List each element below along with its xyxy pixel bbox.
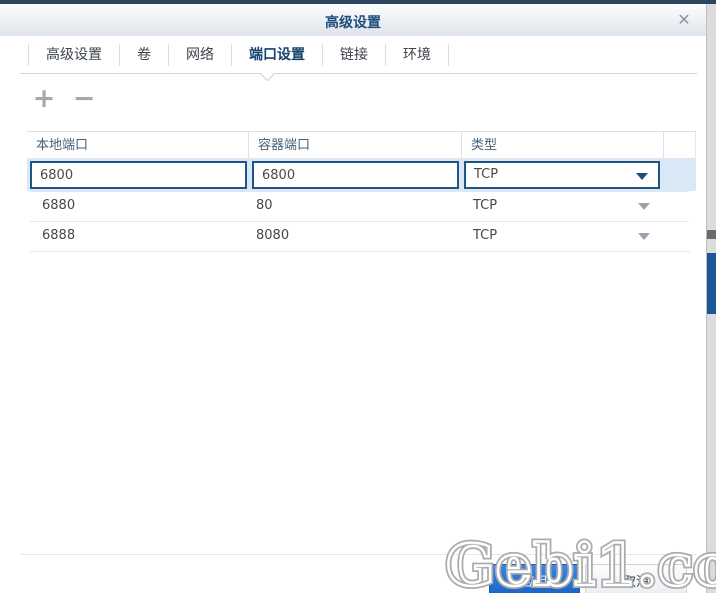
container-port-input[interactable] (252, 161, 459, 189)
advanced-settings-dialog: 高级设置 ✕ 高级设置 卷 网络 端口设置 链接 环境 + − 本地端口 容器端… (0, 4, 707, 593)
tab-network[interactable]: 网络 (168, 43, 231, 66)
column-header-type: 类型 (462, 132, 664, 158)
remove-port-button[interactable]: − (71, 85, 97, 112)
row-divider (30, 221, 689, 222)
chevron-down-icon[interactable] (638, 233, 650, 240)
table-row[interactable]: 6880 80 TCP (27, 191, 696, 221)
port-table-header: 本地端口 容器端口 类型 (27, 131, 696, 159)
tab-links[interactable]: 链接 (322, 43, 385, 66)
dialog-header: 高级设置 ✕ (0, 4, 706, 36)
tab-bar: 高级设置 卷 网络 端口设置 链接 环境 (28, 37, 449, 72)
cancel-button[interactable]: 取消 (585, 564, 687, 593)
add-port-button[interactable]: + (31, 85, 57, 112)
container-port-cell: 8080 (256, 228, 290, 243)
container-port-cell: 80 (256, 198, 273, 213)
footer-divider (20, 554, 697, 555)
type-cell: TCP (473, 198, 498, 213)
background-window-edge (707, 4, 716, 593)
chevron-down-icon[interactable] (638, 203, 650, 210)
column-header-filler (664, 132, 696, 158)
chevron-down-icon (636, 173, 648, 180)
scrollbar-thumb[interactable] (707, 230, 716, 239)
tab-volume[interactable]: 卷 (119, 43, 168, 66)
port-toolbar: + − (31, 85, 97, 112)
column-header-local-port: 本地端口 (27, 132, 249, 158)
table-row-editing[interactable]: TCP (27, 159, 696, 191)
row-divider (30, 251, 690, 252)
port-table: 本地端口 容器端口 类型 TCP 6880 80 TCP (27, 131, 696, 251)
local-port-cell: 6888 (42, 228, 76, 243)
table-row[interactable]: 6888 8080 TCP (27, 221, 696, 251)
type-dropdown-value: TCP (474, 167, 499, 182)
row-divider (30, 191, 689, 192)
local-port-cell: 6880 (42, 198, 76, 213)
close-icon[interactable]: ✕ (674, 10, 694, 30)
column-header-container-port: 容器端口 (249, 132, 462, 158)
background-blue-segment (707, 253, 716, 314)
tab-advanced-settings[interactable]: 高级设置 (28, 43, 119, 66)
apply-button[interactable]: 应用 (489, 564, 580, 593)
type-dropdown[interactable]: TCP (464, 161, 660, 189)
tab-port-settings[interactable]: 端口设置 (231, 43, 322, 66)
local-port-input[interactable] (30, 161, 247, 189)
dialog-title: 高级设置 (325, 15, 381, 31)
type-cell: TCP (473, 228, 498, 243)
tab-environment[interactable]: 环境 (385, 43, 449, 66)
screen: 高级设置 ✕ 高级设置 卷 网络 端口设置 链接 环境 + − 本地端口 容器端… (0, 0, 716, 593)
tabs-divider (20, 73, 697, 74)
